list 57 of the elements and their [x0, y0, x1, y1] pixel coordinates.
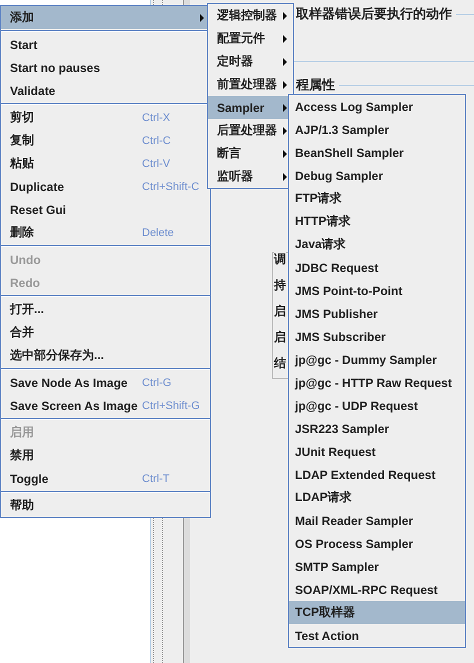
menu-item[interactable]: SMTP Sampler	[289, 555, 465, 578]
shortcut-label: Ctrl-V	[142, 158, 170, 170]
menu-item[interactable]: jp@gc - HTTP Raw Request	[289, 371, 465, 394]
menu-item[interactable]: Duplicate Ctrl+Shift-C	[1, 175, 210, 198]
menu-item[interactable]: jp@gc - Dummy Sampler	[289, 348, 465, 371]
shortcut-label: Ctrl-X	[142, 112, 170, 124]
menu-item[interactable]: JMS Subscriber	[289, 325, 465, 348]
menu-item[interactable]: 粘贴 Ctrl-V	[1, 152, 210, 175]
shortcut-label: Ctrl-G	[142, 376, 172, 388]
shortcut-label: Ctrl-C	[142, 134, 171, 146]
menu-item[interactable]: 打开...	[1, 298, 210, 321]
menu-item[interactable]: Start	[1, 33, 210, 56]
section-title: 取样器错误后要执行的动作	[296, 5, 452, 23]
menu-item[interactable]: Validate	[1, 79, 210, 102]
menu-item[interactable]: Mail Reader Sampler	[289, 509, 465, 532]
menu-item[interactable]: LDAP请求	[289, 486, 465, 509]
shortcut-label: Ctrl+Shift-C	[142, 180, 200, 192]
menu-item[interactable]: 逻辑控制器	[208, 4, 293, 27]
menu-item[interactable]: Toggle Ctrl-T	[1, 467, 210, 490]
menu-item[interactable]: FTP请求	[289, 187, 465, 210]
menu-item[interactable]: JMS Point-to-Point	[289, 279, 465, 302]
menu-item[interactable]: 帮助	[1, 494, 210, 517]
menu-item[interactable]: SOAP/XML-RPC Request	[289, 578, 465, 601]
menu-item[interactable]: Java请求	[289, 233, 465, 256]
field-label: 结	[274, 355, 286, 372]
menu-item[interactable]: JMS Publisher	[289, 302, 465, 325]
group-title: 调	[274, 251, 286, 268]
menu-item[interactable]: JDBC Request	[289, 256, 465, 279]
menu-item[interactable]: 配置元件	[208, 27, 293, 50]
menu-item[interactable]: TCP取样器	[289, 601, 465, 624]
menu-item[interactable]: LDAP Extended Request	[289, 463, 465, 486]
menu-item[interactable]: 复制 Ctrl-C	[1, 129, 210, 152]
menu-item[interactable]: 禁用	[1, 444, 210, 467]
shortcut-label: Delete	[142, 226, 174, 238]
menu-item[interactable]: Test Action	[289, 624, 465, 647]
menu-item[interactable]: jp@gc - UDP Request	[289, 394, 465, 417]
field-label: 持	[274, 277, 286, 294]
menu-item[interactable]: Save Screen As Image Ctrl+Shift-G	[1, 394, 210, 417]
menu-item[interactable]: 合并	[1, 321, 210, 344]
menu-item[interactable]: Start no pauses	[1, 56, 210, 79]
menu-item[interactable]: 添加	[1, 6, 210, 29]
shortcut-label: Ctrl-T	[142, 472, 170, 484]
menu-item[interactable]: OS Process Sampler	[289, 532, 465, 555]
menu-item[interactable]: JSR223 Sampler	[289, 417, 465, 440]
menu-item[interactable]: Save Node As Image Ctrl-G	[1, 371, 210, 394]
menu-item[interactable]: 删除 Delete	[1, 221, 210, 244]
field-label: 启	[274, 303, 286, 320]
group-title: 程属性	[296, 76, 335, 94]
menu-item[interactable]: Reset Gui	[1, 198, 210, 221]
menu-item[interactable]: HTTP请求	[289, 210, 465, 233]
menu-item[interactable]: JUnit Request	[289, 440, 465, 463]
menu-item[interactable]: 选中部分保存为...	[1, 344, 210, 367]
menu-item[interactable]: 剪切 Ctrl-X	[1, 106, 210, 129]
field-label: 启	[274, 329, 286, 346]
menu-item[interactable]: 前置处理器	[208, 73, 293, 96]
shortcut-label: Ctrl+Shift-G	[142, 400, 200, 412]
menu-item[interactable]: 定时器	[208, 50, 293, 73]
